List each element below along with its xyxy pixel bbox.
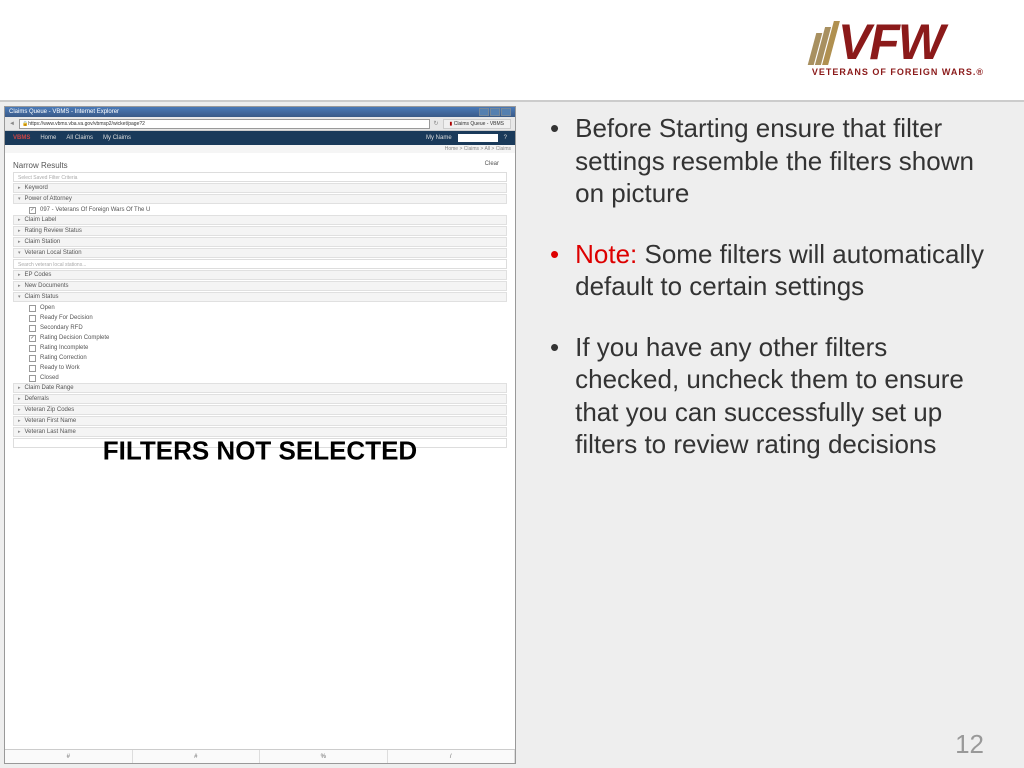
url-bar[interactable]: 🔒https://www.vbms.vba.va.gov/vbmsp2/wick…	[19, 119, 430, 129]
status-rfd[interactable]: Ready For Decision	[13, 313, 507, 323]
chevron-right-icon: ▸	[18, 396, 21, 402]
checkbox-icon[interactable]	[29, 325, 36, 332]
filter-new-documents[interactable]: ▸New Documents	[13, 281, 507, 291]
chevron-down-icon: ▾	[18, 196, 21, 202]
vfw-logo: VFW VETERANS OF FOREIGN WARS.®	[812, 20, 984, 77]
page-number: 12	[955, 729, 984, 760]
nav-my-claims[interactable]: My Claims	[103, 135, 131, 141]
logo-subtitle: VETERANS OF FOREIGN WARS.®	[812, 67, 984, 77]
status-open[interactable]: Open	[13, 303, 507, 313]
status-secondary-rfd[interactable]: Secondary RFD	[13, 323, 507, 333]
checkbox-icon[interactable]	[29, 305, 36, 312]
filter-claim-station[interactable]: ▸Claim Station	[13, 237, 507, 247]
status-rating-complete[interactable]: ✓Rating Decision Complete	[13, 333, 507, 343]
chevron-right-icon: ▸	[18, 228, 21, 234]
bullet-2: • Note: Some filters will automatically …	[550, 238, 994, 303]
maximize-icon[interactable]	[490, 108, 500, 116]
saved-filter-select[interactable]: Select Saved Filter Criteria	[13, 172, 507, 182]
filter-rating-review[interactable]: ▸Rating Review Status	[13, 226, 507, 236]
filter-zip[interactable]: ▸Veteran Zip Codes	[13, 405, 507, 415]
filter-keyword[interactable]: ▸Keyword	[13, 183, 507, 193]
screenshot-container: Claims Queue - VBMS - Internet Explorer …	[0, 102, 520, 768]
chevron-down-icon: ▾	[18, 250, 21, 256]
footer-col-3: %	[260, 750, 388, 763]
nav-home[interactable]: Home	[40, 135, 56, 141]
clear-button[interactable]: Clear	[485, 161, 499, 167]
filter-claim-label[interactable]: ▸Claim Label	[13, 215, 507, 225]
filter-poa[interactable]: ▾Power of Attorney	[13, 194, 507, 204]
bullet-icon: •	[550, 238, 559, 303]
help-icon[interactable]: ?	[504, 135, 507, 141]
refresh-icon[interactable]: ↻	[434, 120, 439, 127]
filter-date-range[interactable]: ▸Claim Date Range	[13, 383, 507, 393]
bullet-2-text: Some filters will automatically default …	[575, 239, 984, 302]
filter-veteran-station[interactable]: ▾Veteran Local Station	[13, 248, 507, 258]
result-footer: # # % /	[5, 749, 515, 763]
bullet-1: • Before Starting ensure that filter set…	[550, 112, 994, 210]
filter-first-name[interactable]: ▸Veteran First Name	[13, 416, 507, 426]
minimize-icon[interactable]	[479, 108, 489, 116]
logo-text: VFW	[838, 20, 943, 65]
nav-user[interactable]: My Name	[426, 135, 452, 141]
footer-col-4: /	[388, 750, 516, 763]
app-navbar: VBMS Home All Claims My Claims My Name ?	[5, 131, 515, 145]
breadcrumb: Home > Claims > All > Claims	[5, 145, 515, 153]
chevron-down-icon: ▾	[18, 294, 21, 300]
filter-claim-status[interactable]: ▾Claim Status	[13, 292, 507, 302]
bullet-icon: •	[550, 331, 559, 461]
status-rating-correction[interactable]: Rating Correction	[13, 353, 507, 363]
bullet-icon: •	[550, 112, 559, 210]
chevron-right-icon: ▸	[18, 272, 21, 278]
bullet-3: • If you have any other filters checked,…	[550, 331, 994, 461]
status-closed[interactable]: Closed	[13, 373, 507, 383]
chevron-right-icon: ▸	[18, 217, 21, 223]
checkbox-icon[interactable]	[29, 345, 36, 352]
poa-checkbox-row[interactable]: ✓097 - Veterans Of Foreign Wars Of The U	[13, 205, 507, 215]
status-rating-incomplete[interactable]: Rating Incomplete	[13, 343, 507, 353]
filter-deferrals[interactable]: ▸Deferrals	[13, 394, 507, 404]
footer-col-2: #	[133, 750, 261, 763]
checkbox-icon[interactable]	[29, 375, 36, 382]
slide-body: Claims Queue - VBMS - Internet Explorer …	[0, 102, 1024, 768]
slide-header: VFW VETERANS OF FOREIGN WARS.®	[0, 0, 1024, 100]
chevron-right-icon: ▸	[18, 429, 21, 435]
nav-all-claims[interactable]: All Claims	[66, 135, 93, 141]
overlay-callout: FILTERS NOT SELECTED	[103, 436, 417, 467]
status-ready-work[interactable]: Ready to Work	[13, 363, 507, 373]
checkbox-icon[interactable]	[29, 365, 36, 372]
app-logo: VBMS	[13, 135, 30, 141]
text-content: • Before Starting ensure that filter set…	[520, 102, 1024, 768]
window-titlebar: Claims Queue - VBMS - Internet Explorer	[5, 107, 515, 117]
checkbox-icon[interactable]	[29, 355, 36, 362]
veteran-station-input[interactable]: Search veteran local stations...	[13, 259, 507, 269]
nav-search-input[interactable]	[458, 134, 498, 142]
logo-stripes-icon	[812, 21, 834, 65]
checkbox-icon[interactable]	[29, 315, 36, 322]
chevron-right-icon: ▸	[18, 185, 21, 191]
panel-title: Narrow Results	[13, 161, 507, 170]
window-title: Claims Queue - VBMS - Internet Explorer	[9, 109, 119, 115]
chevron-right-icon: ▸	[18, 239, 21, 245]
chevron-right-icon: ▸	[18, 407, 21, 413]
checkbox-checked-icon[interactable]: ✓	[29, 335, 36, 342]
checkbox-checked-icon[interactable]: ✓	[29, 207, 36, 214]
browser-tab[interactable]: ▮ Claims Queue - VBMS	[443, 119, 511, 129]
footer-col-1: #	[5, 750, 133, 763]
chevron-right-icon: ▸	[18, 283, 21, 289]
bullet-list: • Before Starting ensure that filter set…	[550, 112, 994, 461]
browser-toolbar: ◄ 🔒https://www.vbms.vba.va.gov/vbmsp2/wi…	[5, 117, 515, 131]
filter-ep-codes[interactable]: ▸EP Codes	[13, 270, 507, 280]
embedded-screenshot: Claims Queue - VBMS - Internet Explorer …	[4, 106, 516, 764]
close-icon[interactable]	[501, 108, 511, 116]
window-controls	[479, 108, 511, 116]
chevron-right-icon: ▸	[18, 385, 21, 391]
note-label: Note:	[575, 239, 637, 269]
filter-panel: Narrow Results Clear Select Saved Filter…	[5, 153, 515, 749]
back-icon[interactable]: ◄	[9, 121, 15, 127]
chevron-right-icon: ▸	[18, 418, 21, 424]
